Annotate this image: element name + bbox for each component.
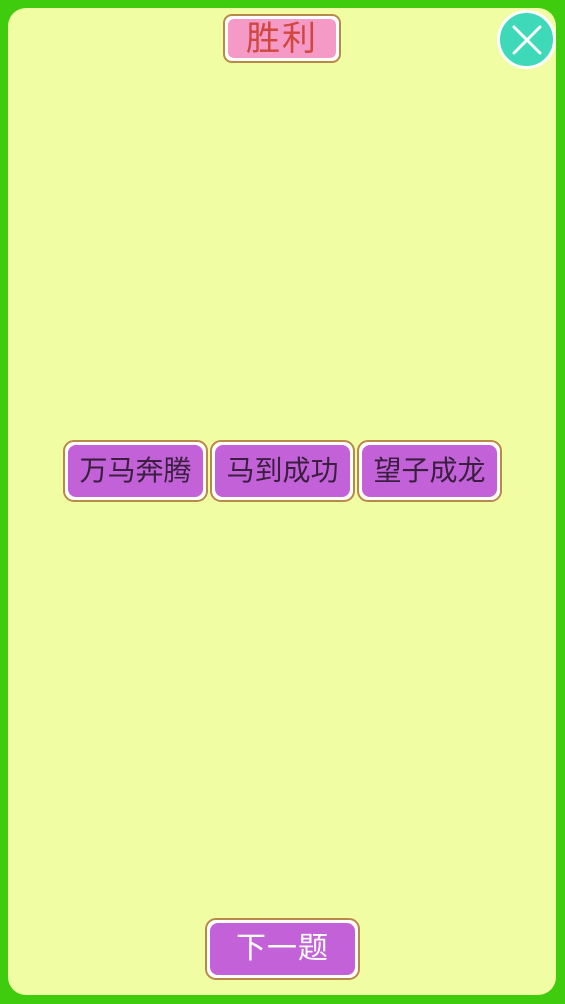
word-tile-label: 望子成龙 — [362, 445, 497, 497]
word-tile-2[interactable]: 马到成功 — [210, 440, 355, 502]
result-title: 胜利 — [228, 19, 336, 58]
result-banner: 胜利 — [223, 14, 341, 63]
word-tile-label: 马到成功 — [215, 445, 350, 497]
word-tile-label: 万马奔腾 — [68, 445, 203, 497]
word-tile-1[interactable]: 万马奔腾 — [63, 440, 208, 502]
next-question-label: 下一题 — [210, 923, 355, 975]
next-question-button[interactable]: 下一题 — [205, 918, 360, 980]
close-icon — [512, 25, 541, 54]
word-tile-3[interactable]: 望子成龙 — [357, 440, 502, 502]
close-button[interactable] — [497, 10, 556, 69]
